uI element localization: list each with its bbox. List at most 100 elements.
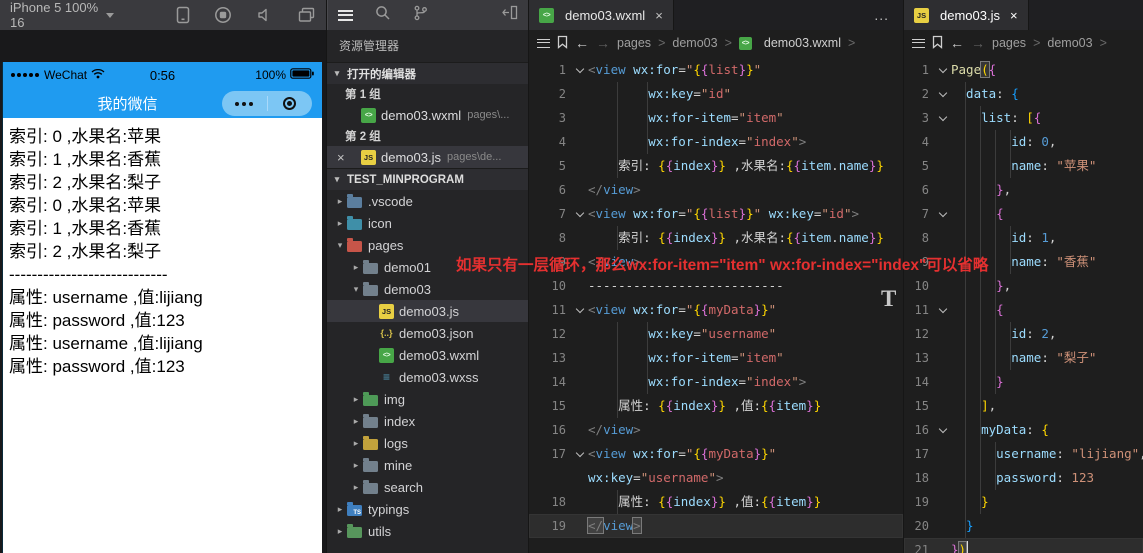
tree-item-mine[interactable]: ▸mine xyxy=(327,454,528,476)
code-line[interactable]: 8索引: {{index}} ,水果名:{{item.name}} xyxy=(529,226,903,250)
code-line[interactable]: 1Page({ xyxy=(904,58,1143,82)
tree-item-utils[interactable]: ▸utils xyxy=(327,520,528,542)
tree-item-pages[interactable]: ▾pages xyxy=(327,234,528,256)
stop-record-icon[interactable] xyxy=(214,6,232,24)
search-icon[interactable] xyxy=(375,5,391,26)
tree-item-demo03.json[interactable]: {..}demo03.json xyxy=(327,322,528,344)
code-line[interactable]: 12wx:key="username" xyxy=(529,322,903,346)
wxml-code-editor[interactable]: 1<view wx:for="{{list}}"2wx:key="id"3wx:… xyxy=(529,56,903,553)
code-line[interactable]: 2wx:key="id" xyxy=(529,82,903,106)
fold-chevron-icon[interactable] xyxy=(571,63,588,78)
code-line[interactable]: 16myData: { xyxy=(904,418,1143,442)
expand-arrow-icon[interactable]: ▸ xyxy=(333,196,347,207)
expand-arrow-icon[interactable]: ▸ xyxy=(349,438,363,449)
code-line[interactable]: 18属性: {{index}} ,值:{{item}} xyxy=(529,490,903,514)
code-line[interactable]: 11{ xyxy=(904,298,1143,322)
nav-forward-icon[interactable]: → xyxy=(596,35,610,51)
code-line[interactable]: 17username: "lijiang", xyxy=(904,442,1143,466)
fold-chevron-icon[interactable] xyxy=(934,63,951,78)
tree-item-search[interactable]: ▸search xyxy=(327,476,528,498)
fold-chevron-icon[interactable] xyxy=(934,87,951,102)
project-section-header[interactable]: ▾ TEST_MINPROGRAM xyxy=(327,168,528,190)
code-line[interactable]: 8id: 1, xyxy=(904,226,1143,250)
exit-miniprogram-button[interactable] xyxy=(268,97,313,110)
outline-menu-icon[interactable] xyxy=(537,39,550,48)
expand-arrow-icon[interactable]: ▸ xyxy=(333,504,347,515)
fold-chevron-icon[interactable] xyxy=(934,111,951,126)
close-icon[interactable]: × xyxy=(1010,8,1018,23)
device-selector[interactable]: iPhone 5 100% 16 xyxy=(10,0,114,30)
code-line[interactable]: 19</view> xyxy=(529,514,903,538)
tab-demo03-js[interactable]: JS demo03.js × xyxy=(904,0,1029,30)
breadcrumb-item[interactable]: pages xyxy=(617,36,651,50)
fold-chevron-icon[interactable] xyxy=(934,207,951,222)
bookmark-icon[interactable] xyxy=(557,35,568,52)
code-line[interactable]: 12id: 2, xyxy=(904,322,1143,346)
outline-menu-icon[interactable] xyxy=(912,39,925,48)
fold-chevron-icon[interactable] xyxy=(571,207,588,222)
toggle-panel-icon[interactable] xyxy=(502,5,518,25)
screenshot-icon[interactable] xyxy=(298,7,316,23)
close-icon[interactable]: × xyxy=(337,150,345,165)
expand-arrow-icon[interactable]: ▸ xyxy=(349,262,363,273)
code-line[interactable]: 9</view> xyxy=(529,250,903,274)
tree-item-icon[interactable]: ▸icon xyxy=(327,212,528,234)
code-line[interactable]: 6</view> xyxy=(529,178,903,202)
code-line[interactable]: 2data: { xyxy=(904,82,1143,106)
code-line[interactable]: 5索引: {{index}} ,水果名:{{item.name}} xyxy=(529,154,903,178)
open-editor-demo03-wxml[interactable]: <> demo03.wxml pages\... xyxy=(327,104,528,126)
git-branch-icon[interactable] xyxy=(413,5,428,26)
open-editor-demo03-js[interactable]: × JS demo03.js pages\de... xyxy=(327,146,528,168)
code-line[interactable]: 7{ xyxy=(904,202,1143,226)
code-line[interactable]: 14} xyxy=(904,370,1143,394)
expand-arrow-icon[interactable]: ▸ xyxy=(333,218,347,229)
code-line[interactable]: 1<view wx:for="{{list}}" xyxy=(529,58,903,82)
more-actions-button[interactable]: ... xyxy=(874,7,903,23)
tree-item-demo01[interactable]: ▸demo01 xyxy=(327,256,528,278)
code-line[interactable]: 10}, xyxy=(904,274,1143,298)
mute-speaker-icon[interactable] xyxy=(256,7,274,23)
code-line[interactable]: 15属性: {{index}} ,值:{{item}} xyxy=(529,394,903,418)
tree-item-index[interactable]: ▸index xyxy=(327,410,528,432)
code-line[interactable]: 13name: "梨子" xyxy=(904,346,1143,370)
breadcrumb-item[interactable]: demo03 xyxy=(672,36,717,50)
tab-demo03-wxml[interactable]: <> demo03.wxml × xyxy=(529,0,674,30)
code-line[interactable]: 4wx:for-index="index"> xyxy=(529,130,903,154)
bookmark-icon[interactable] xyxy=(932,35,943,52)
expand-arrow-icon[interactable]: ▾ xyxy=(333,240,347,251)
code-line[interactable]: 19} xyxy=(904,490,1143,514)
tree-item-demo03.wxml[interactable]: <>demo03.wxml xyxy=(327,344,528,366)
device-frame-icon[interactable] xyxy=(176,6,190,24)
expand-arrow-icon[interactable]: ▸ xyxy=(349,460,363,471)
code-line[interactable]: 15], xyxy=(904,394,1143,418)
js-code-editor[interactable]: 1Page({2data: {3list: [{4id: 0,5name: "苹… xyxy=(904,56,1143,553)
code-line[interactable]: 5name: "苹果" xyxy=(904,154,1143,178)
more-menu-button[interactable] xyxy=(222,102,267,106)
code-line[interactable]: 11<view wx:for="{{myData}}" xyxy=(529,298,903,322)
expand-arrow-icon[interactable]: ▸ xyxy=(333,526,347,537)
expand-arrow-icon[interactable]: ▸ xyxy=(349,394,363,405)
expand-arrow-icon[interactable]: ▸ xyxy=(349,416,363,427)
tree-item-demo03.wxss[interactable]: ≡demo03.wxss xyxy=(327,366,528,388)
menu-icon[interactable] xyxy=(338,10,353,21)
code-line[interactable]: 10-------------------------- xyxy=(529,274,903,298)
tree-item-typings[interactable]: ▸typings xyxy=(327,498,528,520)
breadcrumb-item[interactable]: pages xyxy=(992,36,1026,50)
nav-back-icon[interactable]: ← xyxy=(950,35,964,51)
tree-item-img[interactable]: ▸img xyxy=(327,388,528,410)
code-line[interactable]: 20} xyxy=(904,514,1143,538)
breadcrumb-item[interactable]: demo03 xyxy=(1047,36,1092,50)
code-line[interactable]: 3wx:for-item="item" xyxy=(529,106,903,130)
code-line[interactable]: 18password: 123 xyxy=(904,466,1143,490)
fold-chevron-icon[interactable] xyxy=(934,423,951,438)
fold-chevron-icon[interactable] xyxy=(934,303,951,318)
tree-item-logs[interactable]: ▸logs xyxy=(327,432,528,454)
nav-forward-icon[interactable]: → xyxy=(971,35,985,51)
fold-chevron-icon[interactable] xyxy=(571,303,588,318)
code-line[interactable]: 13wx:for-item="item" xyxy=(529,346,903,370)
code-line[interactable]: 6}, xyxy=(904,178,1143,202)
code-line[interactable]: 17<view wx:for="{{myData}}" xyxy=(529,442,903,466)
open-editors-header[interactable]: ▾ 打开的编辑器 xyxy=(327,62,528,84)
code-line[interactable]: 9name: "香蕉" xyxy=(904,250,1143,274)
code-line[interactable]: 14wx:for-index="index"> xyxy=(529,370,903,394)
